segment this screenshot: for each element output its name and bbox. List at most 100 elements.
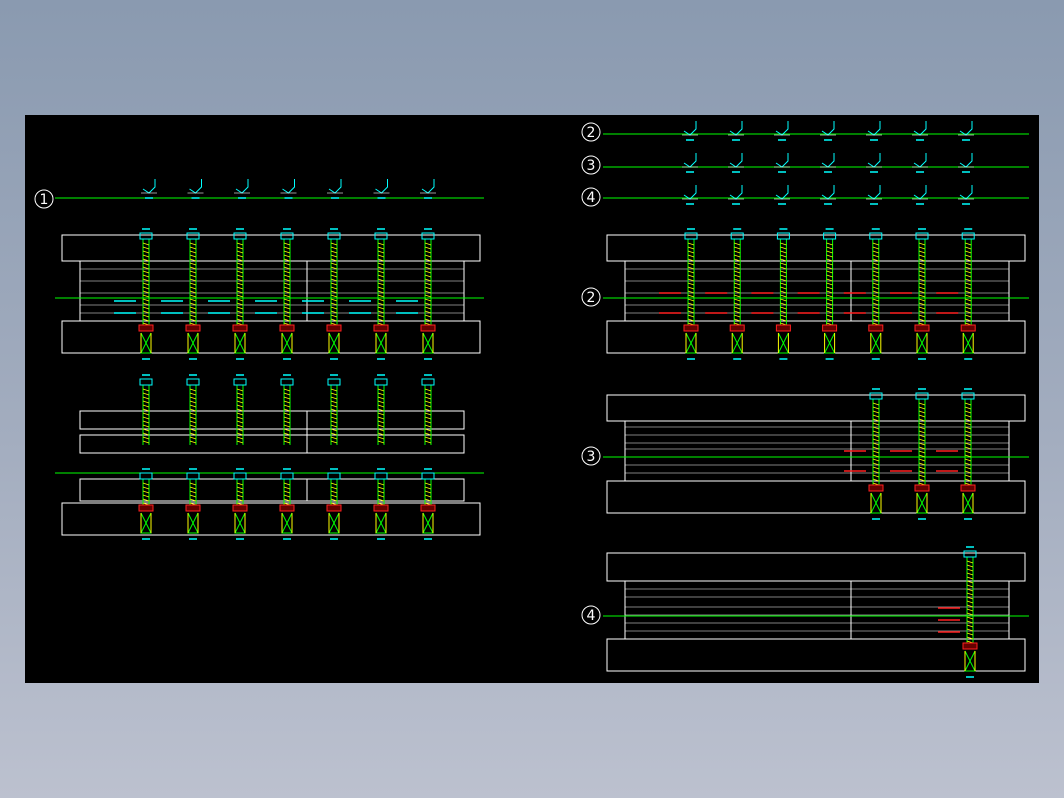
elev-b-post-6-hatch: [424, 400, 432, 404]
elev-b-post-5-hatch: [377, 416, 385, 420]
elev-2-post-4-hatch: [872, 262, 879, 266]
elev-a-post-2-hatch: [236, 246, 244, 250]
elev-2-post-6-hatch: [965, 262, 972, 266]
elev-2-post-6-hatch: [965, 274, 972, 278]
elev-a-post-5-hatch: [377, 262, 385, 266]
elev-2-post-3-brace: [823, 332, 836, 354]
elev-b-post-6-hatch: [424, 412, 432, 416]
elev-a-post-4-cap: [327, 232, 341, 240]
elev-3-post-2-hatch: [964, 438, 972, 442]
elev-3-post-1-base: [914, 484, 930, 492]
elev-c-post-1-base: [185, 504, 201, 512]
elev-4-post-0-hatch: [966, 600, 974, 604]
elev-b-post-2-cap: [233, 378, 247, 386]
elev-a-post-1-cap: [186, 232, 200, 240]
elev-a-frame: [79, 260, 465, 322]
elev-a-post-2-hatch: [236, 270, 244, 274]
cad-drawing-canvas[interactable]: 1 2 3 4 2 3 4: [25, 115, 1039, 683]
elev-4-post-0-hatch: [966, 632, 974, 636]
elev-a-post-5-base: [373, 324, 389, 332]
elev-3-post-2-hatch: [964, 430, 972, 434]
elev-c-post-0-cap: [139, 472, 153, 480]
elev-a-post-6-hatch: [424, 306, 432, 310]
elev-2-post-0-hatch: [687, 314, 695, 318]
elev-a-post-6-hatch: [424, 242, 432, 246]
elev-a-post-5-hatch: [377, 274, 385, 278]
elev-a-post-2-hatch: [236, 242, 244, 246]
elev-a-post-6-hatch: [424, 314, 432, 318]
elev-a-post-1-hatch: [189, 262, 197, 266]
elev-3-post-1-hatch: [918, 402, 926, 406]
elev-3-post-2-brace: [962, 492, 974, 514]
elev-2-post-3-hatch: [826, 274, 833, 278]
elev-b-post-3-hatch: [283, 400, 291, 404]
elev-c-post-2-hatch: [236, 482, 244, 486]
elev-c-post-3-hatch: [283, 494, 291, 498]
elev-2-post-4-hatch: [872, 270, 879, 274]
elev-b-post-0-hatch: [142, 392, 150, 396]
elev-a-post-5-brace: [375, 332, 387, 354]
elev-2-post-0-hatch: [687, 242, 695, 246]
elev-2-post-4-hatch: [872, 254, 879, 258]
elev-2-post-2-hatch: [780, 298, 787, 302]
section-4-profiles-glyph: [913, 185, 927, 200]
elev-b-post-3-hatch: [283, 420, 291, 424]
elev-a-post-6-hatch: [424, 282, 432, 286]
elev-a-post-0-hatch: [142, 286, 150, 290]
elev-a-post-4-hatch: [330, 250, 338, 254]
elev-b-post-2-hatch: [236, 404, 244, 408]
elev-4-post-0-cap: [963, 550, 977, 558]
elev-a-post-6-hatch: [424, 250, 432, 254]
elev-b-post-4-hatch: [330, 396, 338, 400]
elev-a-post-3-cap: [280, 232, 294, 240]
elev-b-post-2-hatch: [236, 388, 244, 392]
elev-3-post-1-hatch: [918, 474, 926, 478]
elev-c-post-0-hatch: [142, 490, 150, 494]
elev-a-post-4-hatch: [330, 254, 338, 258]
elev-2-post-0-hatch: [687, 250, 695, 254]
elev-c-post-3-base: [279, 504, 295, 512]
elev-a-post-3-hatch: [283, 274, 291, 278]
elev-3-post-2-hatch: [964, 466, 972, 470]
elev-2-post-1-hatch: [734, 306, 741, 310]
elev-4-bottom-slab: [606, 638, 1026, 672]
elev-a-post-2-base: [232, 324, 248, 332]
elev-a-post-3-hatch: [283, 282, 291, 286]
elev-a-post-3-hatch: [283, 246, 291, 250]
elev-a-post-0-hatch: [142, 314, 150, 318]
elev-3-post-2-cap: [961, 392, 975, 400]
section-3-profiles-glyph: [867, 153, 881, 168]
elev-b-post-6-hatch: [424, 420, 432, 424]
elev-a-post-3-hatch: [283, 242, 291, 246]
section-1-profiles-glyph: [375, 179, 388, 194]
elev-c-post-4-brace: [328, 512, 340, 534]
elev-b-post-1-cap: [186, 378, 200, 386]
elev-3-post-1-hatch: [918, 414, 926, 418]
elev-b-post-6-hatch: [424, 416, 432, 420]
elev-2-post-6-hatch: [965, 246, 972, 250]
elev-3-post-2-hatch: [964, 414, 972, 418]
elev-2-post-6-hatch: [965, 250, 972, 254]
elev-3-post-0-hatch: [872, 438, 880, 442]
elev-c-bottom-slab: [61, 502, 481, 536]
elev-a-post-0-hatch: [142, 246, 150, 250]
elev-a-post-1-base: [185, 324, 201, 332]
elev-3-post-0-brace: [870, 492, 882, 514]
elev-b-post-6-cap: [421, 378, 435, 386]
elev-b-post-0-hatch: [142, 400, 150, 404]
elev-a-post-4-hatch: [330, 286, 338, 290]
elev-3-post-1-hatch: [918, 422, 926, 426]
elev-c-post-2-cap: [233, 472, 247, 480]
elev-a-post-0-hatch: [142, 306, 150, 310]
elev-a-post-1-hatch: [189, 286, 197, 290]
elev-b-post-4-hatch: [330, 420, 338, 424]
elev-3-post-1-hatch: [918, 406, 926, 410]
elev-2-post-3-cap: [823, 232, 837, 240]
section-3-bubble-label: 3: [587, 158, 596, 174]
elev-2-post-6-hatch: [965, 298, 972, 302]
elev-3-post-2-hatch: [964, 406, 972, 410]
elev-c-post-6-hatch: [424, 490, 432, 494]
elev-a-post-3-hatch: [283, 286, 291, 290]
elev-a-post-2-hatch: [236, 250, 244, 254]
elev-b-post-3-hatch: [283, 436, 291, 440]
